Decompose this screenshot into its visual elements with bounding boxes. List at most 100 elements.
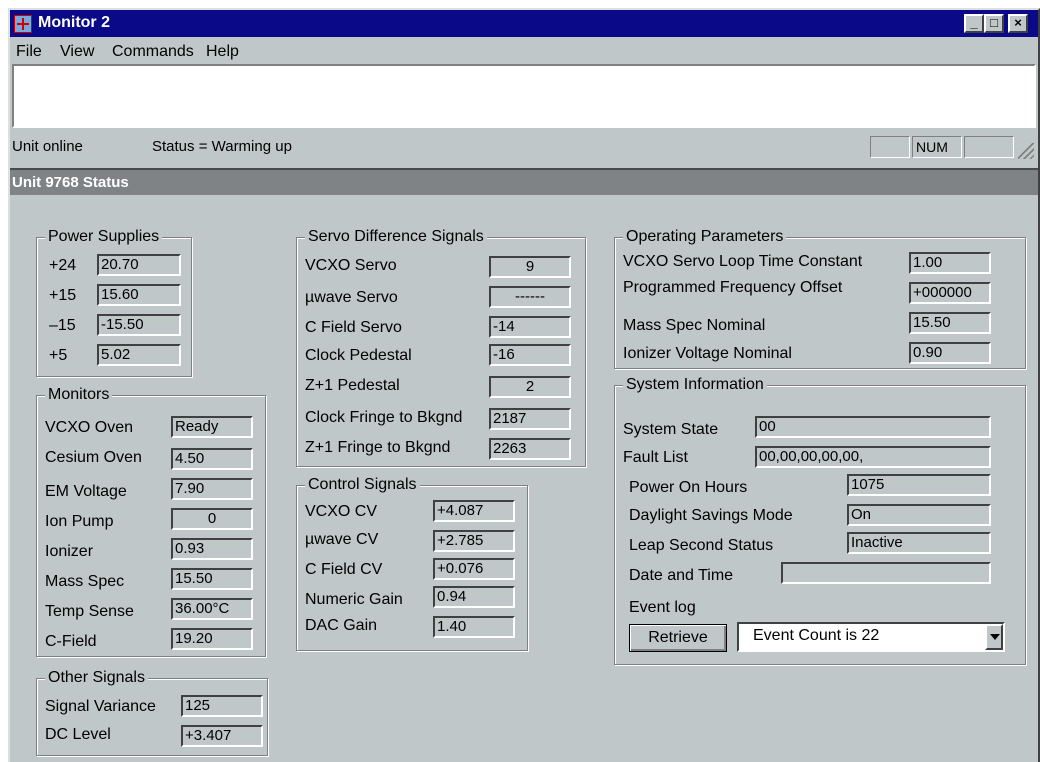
resize-grip-icon[interactable] — [1018, 143, 1034, 159]
system-state-value: 00 — [755, 416, 991, 438]
window-title: Monitor 2 — [38, 14, 110, 31]
status-panel-scroll — [964, 136, 1014, 158]
other-label: Signal Variance — [45, 698, 156, 715]
title-bar[interactable]: Monitor 2 _ □ × — [10, 10, 1038, 37]
monitor-value: 0 — [171, 508, 253, 530]
status-connection: Unit online — [12, 138, 83, 155]
status-panel-num: NUM — [912, 136, 962, 158]
servo-value: ------ — [489, 286, 571, 308]
power-value: 5.02 — [97, 344, 181, 366]
menu-help[interactable]: Help — [206, 43, 239, 61]
operating-label: VCXO Servo Loop Time Constant — [623, 253, 863, 270]
app-icon[interactable] — [14, 15, 32, 33]
event-count-dropdown[interactable]: Event Count is 22 — [737, 622, 1005, 652]
monitor-label: Ionizer — [45, 543, 94, 560]
monitor-value: 0.93 — [171, 538, 253, 560]
servo-value: -16 — [489, 344, 571, 366]
monitor-label: Mass Spec — [45, 573, 125, 590]
power-value: 20.70 — [97, 254, 181, 276]
system-information-group: System Information System State 00 Fault… — [614, 375, 1026, 665]
close-button[interactable]: × — [1008, 14, 1028, 33]
operating-label: Mass Spec Nominal — [623, 317, 766, 334]
control-label: C Field CV — [305, 561, 383, 578]
menu-bar: File View Commands Help — [10, 37, 1038, 63]
operating-value: 1.00 — [909, 252, 991, 274]
fault-list-value: 00,00,00,00,00, — [755, 446, 991, 468]
power-label: +5 — [49, 347, 68, 364]
control-value: +4.087 — [433, 500, 515, 522]
daylight-savings-value: On — [847, 504, 991, 526]
control-label: VCXO CV — [305, 503, 378, 520]
servo-label: C Field Servo — [305, 319, 402, 336]
control-value: +0.076 — [433, 558, 515, 580]
monitor-value: Ready — [171, 416, 253, 438]
monitor-value: 15.50 — [171, 568, 253, 590]
servo-value: 2263 — [489, 438, 571, 460]
other-signals-title: Other Signals — [45, 668, 148, 688]
status-panel-caps — [870, 136, 910, 158]
operating-parameters-group: Operating Parameters VCXO Servo Loop Tim… — [614, 227, 1026, 369]
power-label: –15 — [49, 317, 76, 334]
leap-second-label: Leap Second Status — [629, 537, 774, 554]
date-time-value — [781, 562, 991, 584]
menu-file[interactable]: File — [16, 43, 42, 61]
operating-value: +000000 — [909, 282, 991, 304]
event-log-label: Event log — [629, 599, 696, 616]
status-bar: Unit online Status = Warming up NUM — [10, 132, 1038, 162]
monitor-value: 4.50 — [171, 448, 253, 470]
operating-label: Programmed Frequency Offset — [623, 279, 843, 296]
monitor-label: Cesium Oven — [45, 449, 142, 466]
minimize-button[interactable]: _ — [964, 14, 984, 33]
servo-signals-group: Servo Difference Signals VCXO Servo 9 µw… — [296, 227, 586, 467]
menu-commands[interactable]: Commands — [112, 43, 194, 61]
power-value: 15.60 — [97, 284, 181, 306]
servo-value: 2 — [489, 376, 571, 398]
main-window: Monitor 2 _ □ × File View Commands Help … — [8, 8, 1040, 762]
monitor-value: 19.20 — [171, 628, 253, 650]
servo-label: Clock Fringe to Bkgnd — [305, 409, 463, 426]
monitors-group: Monitors VCXO Oven Ready Cesium Oven 4.5… — [36, 385, 266, 657]
power-value: -15.50 — [97, 314, 181, 336]
other-label: DC Level — [45, 726, 111, 743]
monitor-label: Temp Sense — [45, 603, 134, 620]
monitor-label: EM Voltage — [45, 483, 127, 500]
operating-label: Ionizer Voltage Nominal — [623, 345, 792, 362]
fault-list-label: Fault List — [623, 449, 688, 466]
other-value: 125 — [181, 695, 263, 717]
menu-view[interactable]: View — [60, 43, 94, 61]
monitor-label: C-Field — [45, 633, 97, 650]
servo-value: 2187 — [489, 408, 571, 430]
dropdown-arrow-icon[interactable] — [985, 624, 1003, 650]
monitors-title: Monitors — [45, 385, 113, 405]
servo-label: µwave Servo — [305, 289, 398, 306]
power-on-hours-label: Power On Hours — [629, 479, 748, 496]
maximize-button[interactable]: □ — [984, 14, 1004, 33]
unit-status-title: Unit 9768 Status — [10, 168, 1038, 195]
power-supplies-title: Power Supplies — [45, 227, 163, 247]
control-label: µwave CV — [305, 531, 379, 548]
control-value: +2.785 — [433, 530, 515, 552]
servo-label: Z+1 Pedestal — [305, 377, 400, 394]
leap-second-value: Inactive — [847, 532, 991, 554]
servo-value: 9 — [489, 256, 571, 278]
control-signals-group: Control Signals VCXO CV +4.087 µwave CV … — [296, 475, 528, 651]
other-signals-group: Other Signals Signal Variance 125 DC Lev… — [36, 668, 268, 756]
monitor-value: 7.90 — [171, 478, 253, 500]
retrieve-button[interactable]: Retrieve — [629, 624, 727, 652]
event-count-text: Event Count is 22 — [753, 627, 880, 644]
control-value: 1.40 — [433, 616, 515, 638]
monitor-value: 36.00°C — [171, 598, 253, 620]
toolbar-area — [12, 64, 1036, 128]
system-state-label: System State — [623, 421, 719, 438]
control-label: DAC Gain — [305, 617, 378, 634]
date-time-label: Date and Time — [629, 567, 734, 584]
operating-value: 15.50 — [909, 312, 991, 334]
power-label: +15 — [49, 287, 77, 304]
power-label: +24 — [49, 257, 77, 274]
daylight-savings-label: Daylight Savings Mode — [629, 507, 793, 524]
servo-signals-title: Servo Difference Signals — [305, 227, 487, 247]
monitor-label: VCXO Oven — [45, 419, 134, 436]
status-message: Status = Warming up — [152, 138, 292, 155]
monitor-label: Ion Pump — [45, 513, 114, 530]
system-information-title: System Information — [623, 375, 767, 395]
